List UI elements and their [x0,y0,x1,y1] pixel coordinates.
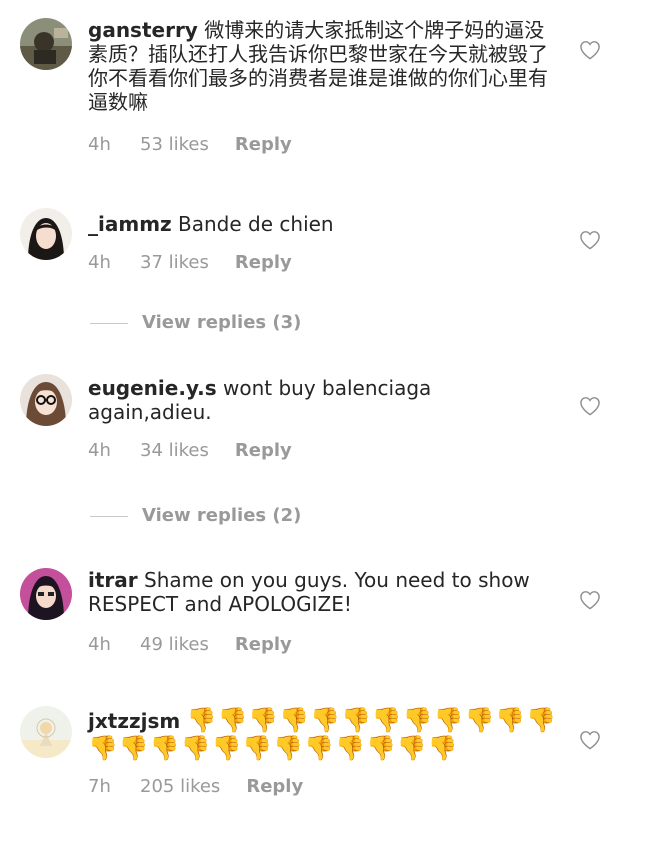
comment-likes[interactable]: 205 likes [140,776,220,798]
comment-likes[interactable]: 37 likes [140,252,209,274]
comment-likes[interactable]: 53 likes [140,134,209,156]
view-replies-link[interactable]: View replies (2) [90,505,301,527]
reply-button[interactable]: Reply [235,440,292,462]
comment-meta: 4h 34 likes Reply [88,440,558,462]
heart-outline-icon[interactable] [579,230,601,250]
comment-text: itrar Shame on you guys. You need to sho… [88,568,558,616]
comment-username[interactable]: itrar [88,568,138,592]
avatar[interactable] [20,706,72,758]
comment-text: jxtzzjsm 👎👎👎👎👎👎👎👎👎👎👎👎👎👎👎👎👎👎👎👎👎👎👎👎 [88,706,558,762]
comment-time: 4h [88,440,111,461]
comment-meta: 7h 205 likes Reply [88,776,558,798]
avatar[interactable] [20,374,72,426]
comment-time: 4h [88,134,111,155]
divider-line [90,515,128,517]
comment-text: eugenie.y.s wont buy balenciaga again,ad… [88,376,558,424]
comment-username[interactable]: _iammz [88,212,172,236]
view-replies-label[interactable]: View replies (2) [142,505,301,526]
comment-username[interactable]: jxtzzjsm [88,709,180,733]
comment-username[interactable]: eugenie.y.s [88,376,217,400]
comment-meta: 4h 49 likes Reply [88,634,558,656]
comment-likes[interactable]: 49 likes [140,634,209,656]
comment-text: gansterry 微博来的请大家抵制这个牌子妈的逼没素质？插队还打人我告诉你巴… [88,18,558,114]
view-replies-label[interactable]: View replies (3) [142,312,301,333]
reply-button[interactable]: Reply [235,634,292,656]
comment-meta: 4h 37 likes Reply [88,252,558,274]
heart-outline-icon[interactable] [579,396,601,416]
reply-button[interactable]: Reply [235,134,292,156]
reply-button[interactable]: Reply [235,252,292,274]
divider-line [90,322,128,324]
comment-time: 4h [88,634,111,655]
comment-meta: 4h 53 likes Reply [88,134,558,156]
comment-likes[interactable]: 34 likes [140,440,209,462]
view-replies-link[interactable]: View replies (3) [90,312,301,334]
heart-outline-icon[interactable] [579,730,601,750]
heart-outline-icon[interactable] [579,40,601,60]
heart-outline-icon[interactable] [579,590,601,610]
reply-button[interactable]: Reply [246,776,303,798]
comment-username[interactable]: gansterry [88,18,198,42]
comment-text: _iammz Bande de chien [88,212,558,236]
avatar[interactable] [20,568,72,620]
comment-body: Bande de chien [178,212,334,236]
comment-time: 4h [88,252,111,273]
comment-body: Shame on you guys. You need to show RESP… [88,568,530,616]
avatar[interactable] [20,208,72,260]
avatar[interactable] [20,18,72,70]
comment-time: 7h [88,776,111,797]
